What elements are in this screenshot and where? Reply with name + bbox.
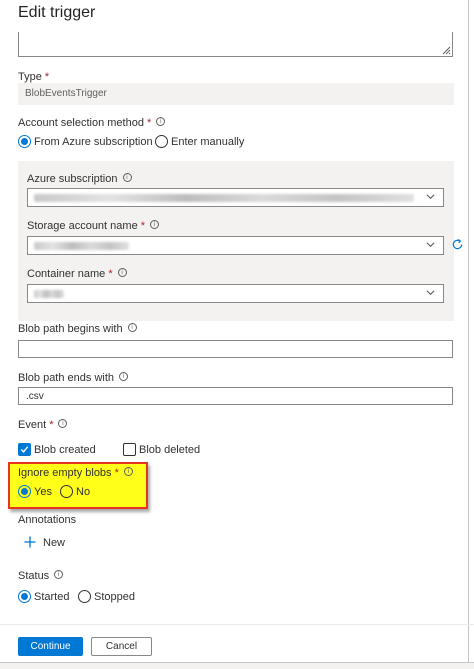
azure-subscription-label: Azure subscription i xyxy=(27,173,132,185)
storage-account-label: Storage account name * i xyxy=(27,220,160,232)
ignore-empty-label: Ignore empty blobs * i xyxy=(18,467,133,479)
resize-grip-icon[interactable] xyxy=(442,46,451,55)
info-icon[interactable]: i xyxy=(127,323,137,332)
checkbox-unchecked-icon[interactable] xyxy=(123,443,136,456)
blob-ends-label: Blob path ends with i xyxy=(18,372,129,384)
radio-ignore-yes[interactable]: Yes xyxy=(18,485,52,498)
checkbox-blob-deleted[interactable]: Blob deleted xyxy=(123,443,200,456)
description-textarea[interactable] xyxy=(18,32,453,57)
radio-ignore-no[interactable]: No xyxy=(60,485,90,498)
chevron-down-icon xyxy=(426,242,435,248)
container-label: Container name * i xyxy=(27,268,127,280)
azure-subscription-select[interactable] xyxy=(27,188,444,207)
dialog-title: Edit trigger xyxy=(18,4,96,21)
radio-selected-icon[interactable] xyxy=(18,485,31,498)
info-icon[interactable]: i xyxy=(117,268,127,277)
scrollbar-edge xyxy=(468,0,469,669)
chevron-down-icon xyxy=(426,194,435,200)
info-icon[interactable]: i xyxy=(123,467,133,476)
event-label: Event * i xyxy=(18,419,68,431)
radio-selected-icon[interactable] xyxy=(18,135,31,148)
info-icon[interactable]: i xyxy=(119,372,129,381)
account-selection-label: Account selection method * i xyxy=(18,117,166,129)
info-icon[interactable]: i xyxy=(122,173,132,182)
cancel-button[interactable]: Cancel xyxy=(91,637,152,656)
radio-unselected-icon[interactable] xyxy=(155,135,168,148)
radio-status-started[interactable]: Started xyxy=(18,590,69,603)
status-label: Status i xyxy=(18,570,64,582)
new-annotation-button[interactable]: New xyxy=(24,536,65,549)
type-label: Type * xyxy=(18,71,50,83)
type-value: BlobEventsTrigger xyxy=(18,83,454,105)
storage-account-select[interactable] xyxy=(27,236,444,255)
radio-enter-manually[interactable]: Enter manually xyxy=(155,135,244,148)
info-icon[interactable]: i xyxy=(150,220,160,229)
blob-begins-input[interactable] xyxy=(18,340,453,358)
chevron-down-icon xyxy=(426,290,435,296)
info-icon[interactable]: i xyxy=(58,419,68,428)
annotations-label: Annotations xyxy=(18,514,77,526)
bottom-edge xyxy=(0,662,474,669)
checkbox-checked-icon[interactable] xyxy=(18,443,31,456)
continue-button[interactable]: Continue xyxy=(18,637,83,656)
blob-ends-input[interactable]: .csv xyxy=(18,387,453,405)
info-icon[interactable]: i xyxy=(156,117,166,126)
radio-unselected-icon[interactable] xyxy=(78,590,91,603)
container-select[interactable] xyxy=(27,284,444,303)
refresh-icon[interactable] xyxy=(451,238,464,251)
redacted-value xyxy=(34,290,64,298)
plus-icon xyxy=(24,536,36,548)
redacted-value xyxy=(34,242,129,250)
radio-status-stopped[interactable]: Stopped xyxy=(78,590,135,603)
radio-from-azure[interactable]: From Azure subscription xyxy=(18,135,153,148)
radio-unselected-icon[interactable] xyxy=(60,485,73,498)
blob-begins-label: Blob path begins with i xyxy=(18,323,137,335)
footer-divider xyxy=(0,624,474,625)
redacted-value xyxy=(34,194,414,202)
radio-selected-icon[interactable] xyxy=(18,590,31,603)
checkbox-blob-created[interactable]: Blob created xyxy=(18,443,96,456)
info-icon[interactable]: i xyxy=(54,570,64,579)
